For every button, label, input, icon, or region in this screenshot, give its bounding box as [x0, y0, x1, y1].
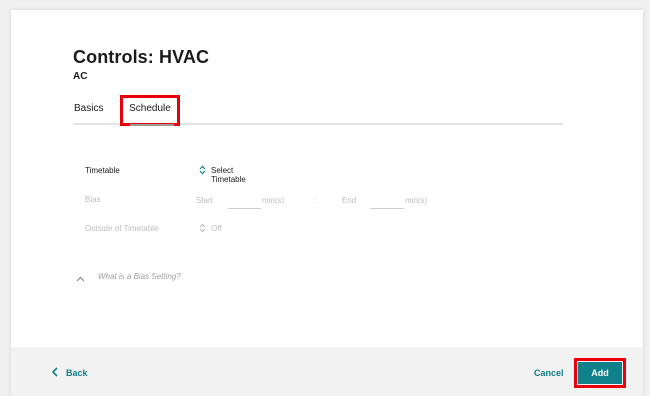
outside-timetable-select[interactable]: Off — [211, 224, 222, 233]
bias-end-unit: min(s) — [405, 196, 428, 205]
add-button[interactable]: Add — [578, 362, 622, 384]
select-arrows-icon[interactable] — [199, 165, 206, 177]
active-tab-indicator — [130, 124, 174, 126]
add-button-highlight: Add — [574, 358, 626, 388]
bias-help-text: What is a Bias Setting? — [98, 272, 181, 281]
outside-timetable-label: Outside of Timetable — [85, 224, 159, 233]
bias-start-label: Start — [196, 196, 213, 205]
timetable-select[interactable]: Select Timetable — [211, 166, 246, 184]
bias-separator: : — [314, 196, 317, 205]
tab-schedule[interactable]: Schedule — [120, 95, 180, 126]
page-subtitle: AC — [73, 71, 88, 82]
bias-end-label: End — [342, 196, 357, 205]
chevron-up-icon — [76, 275, 85, 284]
back-button-label: Back — [66, 368, 88, 378]
bias-end-input[interactable] — [370, 195, 404, 209]
bias-start-input[interactable] — [228, 195, 261, 209]
timetable-label: Timetable — [85, 166, 120, 175]
tab-basics[interactable]: Basics — [74, 103, 103, 114]
page-title: Controls: HVAC — [73, 47, 210, 67]
bias-label: Bias — [85, 195, 101, 204]
tab-bar: Basics Schedule — [73, 95, 563, 126]
cancel-button[interactable]: Cancel — [534, 368, 564, 378]
select-arrows-icon[interactable] — [199, 223, 206, 235]
chevron-left-icon — [51, 367, 58, 377]
bias-start-unit: min(s) — [262, 196, 285, 205]
tab-schedule-label: Schedule — [129, 103, 171, 114]
footer-bar: Back Cancel Add — [11, 347, 643, 396]
